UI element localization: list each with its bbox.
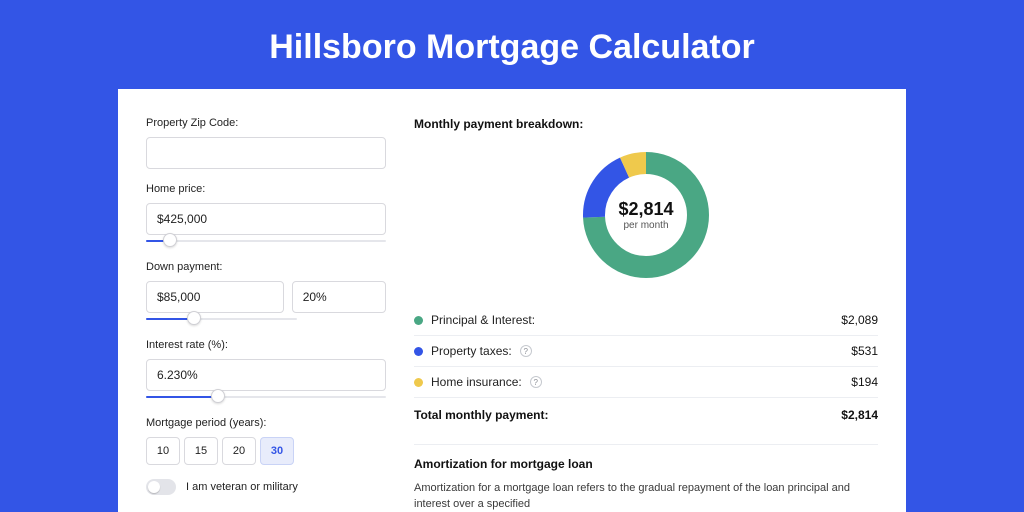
zip-label: Property Zip Code: [146, 117, 386, 129]
total-value: $2,814 [841, 408, 878, 422]
total-label: Total monthly payment: [414, 408, 548, 422]
legend: Principal & Interest: $2,089 Property ta… [414, 305, 878, 440]
period-option-30[interactable]: 30 [260, 437, 294, 465]
down-payment-label: Down payment: [146, 261, 386, 273]
breakdown-title: Monthly payment breakdown: [414, 117, 878, 131]
donut-chart: $2,814 per month [576, 145, 716, 285]
zip-input[interactable] [146, 137, 386, 169]
period-option-15[interactable]: 15 [184, 437, 218, 465]
home-price-slider[interactable] [146, 237, 386, 247]
interest-slider[interactable] [146, 393, 386, 403]
legend-row-tax: Property taxes: ? $531 [414, 336, 878, 367]
info-icon[interactable]: ? [530, 376, 542, 388]
divider [414, 444, 878, 445]
legend-value: $194 [851, 375, 878, 389]
dot-icon [414, 316, 423, 325]
info-icon[interactable]: ? [520, 345, 532, 357]
donut-amount: $2,814 [618, 199, 673, 220]
down-payment-pct-input[interactable] [292, 281, 386, 313]
slider-thumb[interactable] [187, 311, 201, 325]
legend-row-insurance: Home insurance: ? $194 [414, 367, 878, 398]
period-option-20[interactable]: 20 [222, 437, 256, 465]
legend-value: $2,089 [841, 313, 878, 327]
veteran-toggle[interactable] [146, 479, 176, 495]
slider-fill [146, 396, 218, 398]
veteran-row: I am veteran or military [146, 479, 386, 495]
dot-icon [414, 347, 423, 356]
home-price-input[interactable] [146, 203, 386, 235]
slider-thumb[interactable] [163, 233, 177, 247]
donut-center: $2,814 per month [576, 145, 716, 285]
legend-label: Property taxes: [431, 344, 512, 358]
zip-group: Property Zip Code: [146, 117, 386, 169]
amort-text: Amortization for a mortgage loan refers … [414, 481, 878, 512]
dot-icon [414, 378, 423, 387]
period-option-10[interactable]: 10 [146, 437, 180, 465]
down-payment-input[interactable] [146, 281, 284, 313]
veteran-label: I am veteran or military [186, 481, 298, 493]
interest-label: Interest rate (%): [146, 339, 386, 351]
slider-track [146, 240, 386, 242]
period-label: Mortgage period (years): [146, 417, 386, 429]
home-price-label: Home price: [146, 183, 386, 195]
inputs-column: Property Zip Code: Home price: Down paym… [146, 117, 386, 512]
page-title: Hillsboro Mortgage Calculator [0, 0, 1024, 89]
down-payment-slider[interactable] [146, 315, 297, 325]
toggle-knob [148, 481, 160, 493]
donut-sub: per month [623, 220, 668, 231]
period-segmented: 10 15 20 30 [146, 437, 386, 465]
legend-value: $531 [851, 344, 878, 358]
slider-thumb[interactable] [211, 389, 225, 403]
legend-label: Principal & Interest: [431, 313, 535, 327]
down-payment-group: Down payment: [146, 261, 386, 325]
legend-label: Home insurance: [431, 375, 522, 389]
legend-row-total: Total monthly payment: $2,814 [414, 398, 878, 440]
period-group: Mortgage period (years): 10 15 20 30 [146, 417, 386, 465]
amort-title: Amortization for mortgage loan [414, 457, 878, 471]
home-price-group: Home price: [146, 183, 386, 247]
calculator-panel: Property Zip Code: Home price: Down paym… [118, 89, 906, 512]
legend-row-principal: Principal & Interest: $2,089 [414, 305, 878, 336]
interest-group: Interest rate (%): [146, 339, 386, 403]
results-column: Monthly payment breakdown: $2,814 per mo… [414, 117, 878, 512]
interest-input[interactable] [146, 359, 386, 391]
donut-chart-wrap: $2,814 per month [414, 145, 878, 285]
